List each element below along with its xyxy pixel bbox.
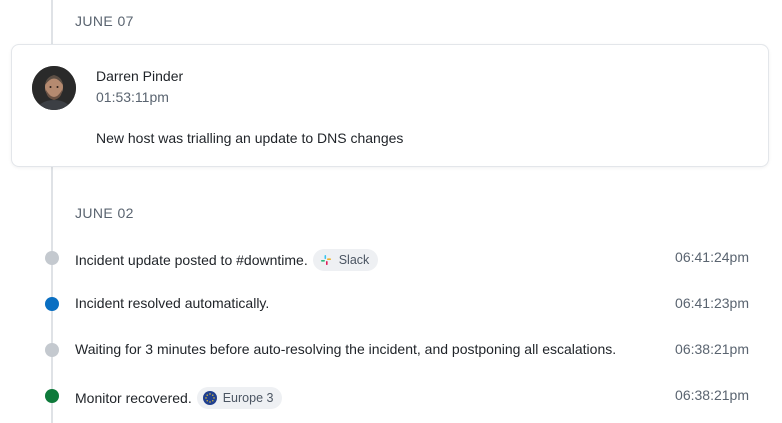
date-heading: JUNE 02 xyxy=(75,205,134,221)
event-timestamp: 06:38:21pm xyxy=(675,387,749,403)
status-dot xyxy=(45,297,59,311)
chip-label: Europe 3 xyxy=(222,391,274,405)
event-timestamp: 06:41:23pm xyxy=(675,295,749,311)
event-timestamp: 06:41:24pm xyxy=(675,249,749,265)
date-heading: JUNE 07 xyxy=(75,13,134,29)
event-text: Incident resolved automatically. xyxy=(75,295,270,311)
comment-card: Darren Pinder 01:53:11pm New host was tr… xyxy=(11,44,769,167)
timeline-event: Incident update posted to #downtime. Sla… xyxy=(0,246,782,271)
avatar xyxy=(32,66,76,110)
comment-text: New host was trialling an update to DNS … xyxy=(96,130,404,146)
event-timestamp: 06:38:21pm xyxy=(675,341,749,357)
comment-timestamp: 01:53:11pm xyxy=(96,89,169,105)
event-text: Waiting for 3 minutes before auto-resolv… xyxy=(75,341,617,357)
chip-label: Slack xyxy=(338,253,370,267)
status-dot xyxy=(45,343,59,357)
timeline-event: Incident resolved automatically. 06:41:2… xyxy=(0,292,782,316)
source-chip-slack[interactable]: Slack xyxy=(312,249,379,271)
slack-icon xyxy=(319,253,333,267)
incident-timeline: JUNE 07 Darren Pinder 01:53:11pm New hos… xyxy=(0,0,782,423)
comment-author: Darren Pinder xyxy=(96,68,184,84)
event-text: Monitor recovered. xyxy=(75,390,192,406)
timeline-event: Monitor recovered. Europe 3 06:38:21pm xyxy=(0,384,782,409)
source-chip-region[interactable]: Europe 3 xyxy=(196,387,283,409)
status-dot xyxy=(45,251,59,265)
eu-flag-icon xyxy=(202,391,217,405)
timeline-event: Waiting for 3 minutes before auto-resolv… xyxy=(0,338,782,362)
event-text: Incident update posted to #downtime. xyxy=(75,252,308,268)
status-dot xyxy=(45,389,59,403)
